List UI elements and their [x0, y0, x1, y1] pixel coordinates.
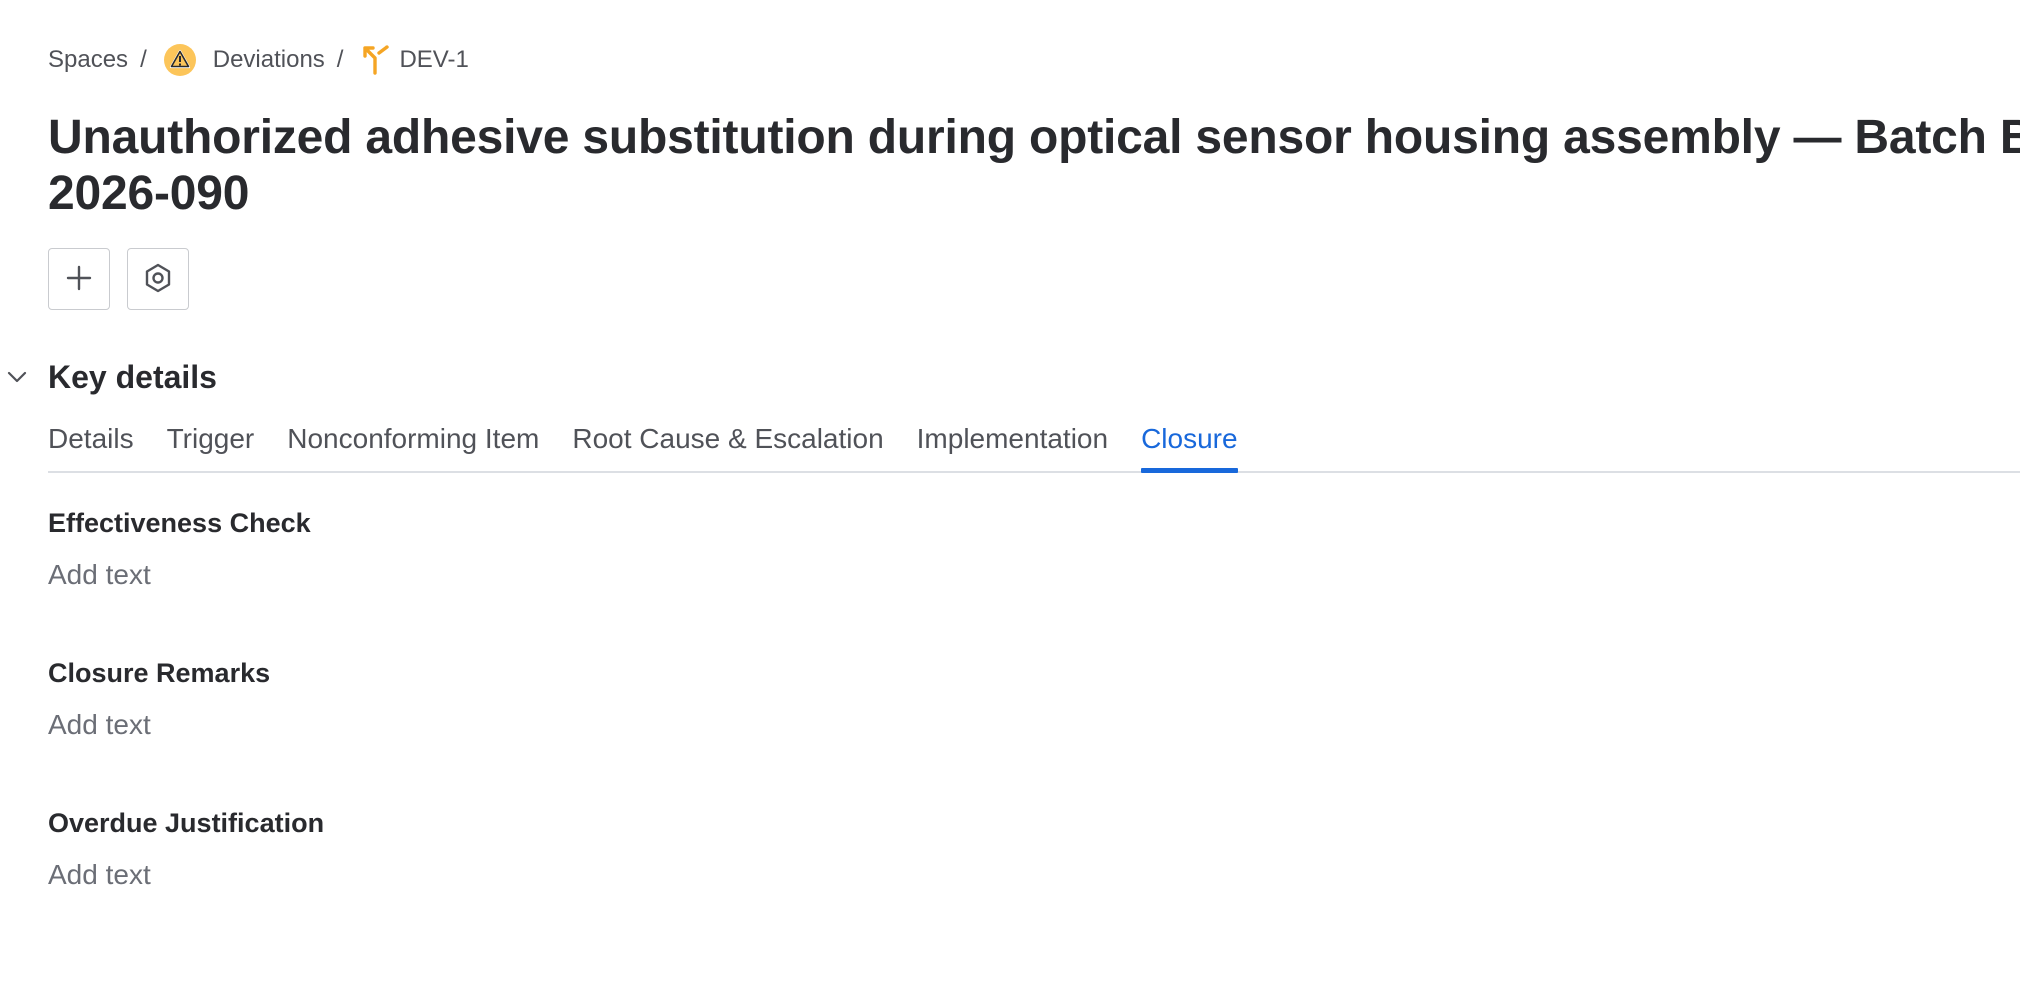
page-title[interactable]: Unauthorized adhesive substitution durin… — [48, 110, 2020, 222]
effectiveness-check-input[interactable]: Add text — [48, 557, 324, 593]
overdue-justification-input[interactable]: Add text — [48, 857, 324, 893]
settings-button[interactable] — [127, 248, 189, 310]
hexagon-settings-icon — [142, 262, 174, 297]
tab-trigger[interactable]: Trigger — [167, 415, 255, 471]
action-toolbar — [48, 248, 189, 310]
field-effectiveness-check: Effectiveness Check Add text — [48, 506, 324, 656]
breadcrumb: Spaces / Deviations / DEV-1 — [48, 42, 469, 78]
breadcrumb-spaces-label: Spaces — [48, 46, 129, 73]
key-details-header: Key details — [0, 355, 217, 399]
tab-details[interactable]: Details — [48, 415, 134, 471]
field-overdue-justification: Overdue Justification Add text — [48, 806, 324, 956]
add-button[interactable] — [48, 248, 110, 310]
tab-closure[interactable]: Closure — [1141, 415, 1239, 473]
tab-root-cause-escalation[interactable]: Root Cause & Escalation — [572, 415, 883, 471]
breadcrumb-deviations-label: Deviations — [212, 46, 325, 73]
field-label: Overdue Justification — [48, 808, 325, 838]
tab-implementation[interactable]: Implementation — [917, 415, 1108, 471]
field-closure-remarks: Closure Remarks Add text — [48, 656, 324, 806]
add-icon — [64, 263, 94, 296]
field-label: Closure Remarks — [48, 658, 271, 688]
tab-bar: Details Trigger Nonconforming Item Root … — [48, 415, 2020, 473]
breadcrumb-separator: / — [336, 46, 344, 73]
warning-icon — [163, 43, 197, 77]
breadcrumb-issue[interactable]: DEV-1 — [359, 44, 469, 76]
closure-remarks-input[interactable]: Add text — [48, 707, 324, 743]
breadcrumb-spaces[interactable]: Spaces — [48, 46, 128, 74]
field-label: Effectiveness Check — [48, 508, 311, 538]
section-title: Key details — [48, 358, 217, 395]
breadcrumb-separator: / — [140, 46, 147, 73]
breadcrumb-issue-label: DEV-1 — [399, 46, 469, 73]
deviation-branch-icon — [359, 44, 391, 76]
tab-nonconforming-item[interactable]: Nonconforming Item — [287, 415, 539, 471]
page: Spaces / Deviations / DEV-1 Unauthorized… — [0, 0, 2020, 990]
closure-fields: Effectiveness Check Add text Closure Rem… — [48, 506, 324, 956]
chevron-down-icon[interactable] — [0, 360, 34, 394]
breadcrumb-deviations[interactable]: Deviations — [163, 43, 325, 77]
